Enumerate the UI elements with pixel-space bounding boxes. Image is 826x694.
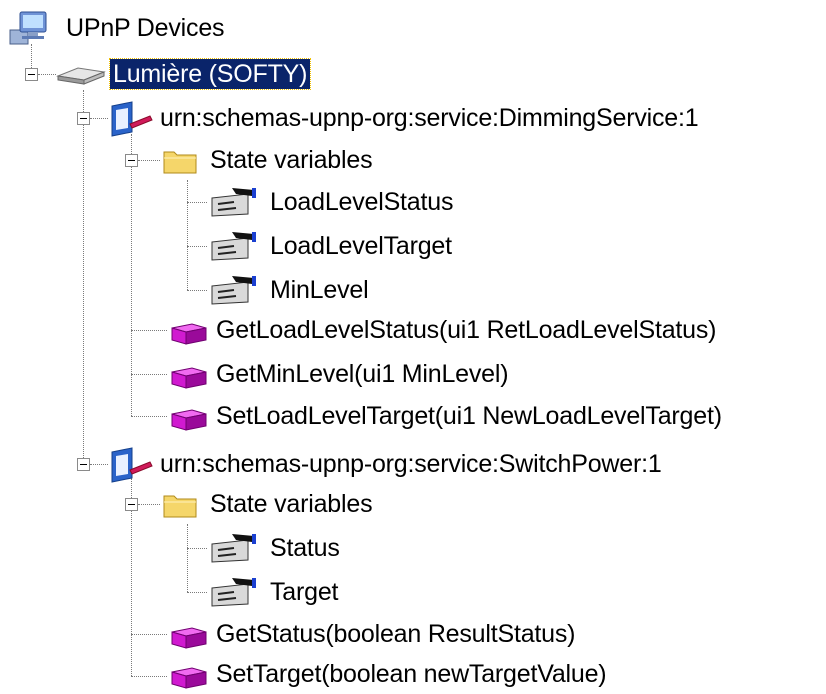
- tree-line: [187, 524, 188, 592]
- tree-node-label: GetStatus(boolean ResultStatus): [216, 620, 576, 648]
- action-icon: [171, 409, 207, 431]
- tree-node-state-variable[interactable]: Target: [206, 572, 338, 612]
- collapse-toggle-dimming-service[interactable]: [77, 112, 90, 125]
- action-icon: [171, 667, 207, 689]
- tree-node-action[interactable]: GetMinLevel(ui1 MinLevel): [166, 354, 509, 394]
- tree-line: [131, 330, 167, 331]
- tree-node-state-variable[interactable]: MinLevel: [206, 270, 369, 310]
- tree-node-label: LoadLevelTarget: [270, 232, 452, 260]
- collapse-toggle-dimming-state-variables[interactable]: [125, 154, 138, 167]
- tree-node-label: urn:schemas-upnp-org:service:SwitchPower…: [160, 450, 662, 478]
- action-icon: [171, 367, 207, 389]
- tree-node-upnp-devices[interactable]: UPnP Devices: [6, 8, 225, 48]
- tree-line: [187, 246, 207, 247]
- tree-node-label: LoadLevelStatus: [270, 188, 454, 216]
- tree-node-service-dimming[interactable]: urn:schemas-upnp-org:service:DimmingServ…: [106, 98, 699, 138]
- tree-node-label: SetTarget(boolean newTargetValue): [216, 660, 607, 688]
- tree-node-label: Target: [270, 578, 339, 606]
- tree-node-label: GetMinLevel(ui1 MinLevel): [216, 360, 509, 388]
- state-variable-icon: [211, 276, 256, 305]
- tree-node-action[interactable]: SetTarget(boolean newTargetValue): [166, 654, 607, 694]
- tree-node-label: MinLevel: [270, 276, 369, 304]
- tree-node-state-variable[interactable]: LoadLevelTarget: [206, 226, 452, 266]
- tree-node-action[interactable]: GetStatus(boolean ResultStatus): [166, 614, 575, 654]
- tree-line: [138, 504, 160, 505]
- tree-node-state-variables[interactable]: State variables: [158, 484, 373, 524]
- state-variable-icon: [211, 232, 256, 261]
- tree-node-label: Status: [270, 534, 340, 562]
- tree-line: [187, 290, 207, 291]
- tree-line: [187, 592, 207, 593]
- tree-line: [187, 548, 207, 549]
- tree-node-label: GetLoadLevelStatus(ui1 RetLoadLevelStatu…: [216, 316, 717, 344]
- tree-node-label: urn:schemas-upnp-org:service:DimmingServ…: [160, 104, 699, 132]
- tree-line: [131, 416, 167, 417]
- tree-line: [131, 634, 167, 635]
- tree-node-service-switchpower[interactable]: urn:schemas-upnp-org:service:SwitchPower…: [106, 444, 662, 484]
- tree-line: [187, 180, 188, 290]
- collapse-toggle-device[interactable]: [25, 68, 38, 81]
- tree-line: [131, 676, 167, 677]
- action-icon: [171, 323, 207, 345]
- state-variable-icon: [211, 534, 256, 563]
- upnp-devices-icon: [9, 11, 47, 45]
- upnp-device-tree: UPnP Devices Lumière (SOFTY) urn:schemas…: [0, 0, 826, 694]
- tree-node-label: State variables: [210, 146, 373, 174]
- tree-node-label: SetLoadLevelTarget(ui1 NewLoadLevelTarge…: [216, 402, 722, 430]
- tree-line: [187, 202, 207, 203]
- tree-node-action[interactable]: SetLoadLevelTarget(ui1 NewLoadLevelTarge…: [166, 396, 722, 436]
- state-variable-icon: [211, 578, 256, 607]
- folder-icon: [163, 495, 197, 518]
- tree-node-action[interactable]: GetLoadLevelStatus(ui1 RetLoadLevelStatu…: [166, 310, 716, 350]
- action-icon: [171, 627, 207, 649]
- tree-node-device[interactable]: Lumière (SOFTY): [54, 54, 312, 94]
- tree-node-label: State variables: [210, 490, 373, 518]
- tree-line: [131, 374, 167, 375]
- state-variable-icon: [211, 188, 256, 217]
- tree-node-state-variable[interactable]: LoadLevelStatus: [206, 182, 453, 222]
- service-icon: [111, 101, 153, 137]
- tree-node-state-variable[interactable]: Status: [206, 528, 340, 568]
- tree-line: [83, 90, 84, 464]
- service-icon: [111, 447, 153, 483]
- device-icon: [56, 67, 106, 85]
- tree-node-label: Lumière (SOFTY): [108, 58, 312, 90]
- tree-node-label: UPnP Devices: [66, 14, 225, 42]
- collapse-toggle-switchpower-state-variables[interactable]: [125, 498, 138, 511]
- tree-node-state-variables[interactable]: State variables: [158, 140, 373, 180]
- collapse-toggle-switchpower-service[interactable]: [77, 458, 90, 471]
- folder-icon: [163, 151, 197, 174]
- tree-line: [138, 160, 160, 161]
